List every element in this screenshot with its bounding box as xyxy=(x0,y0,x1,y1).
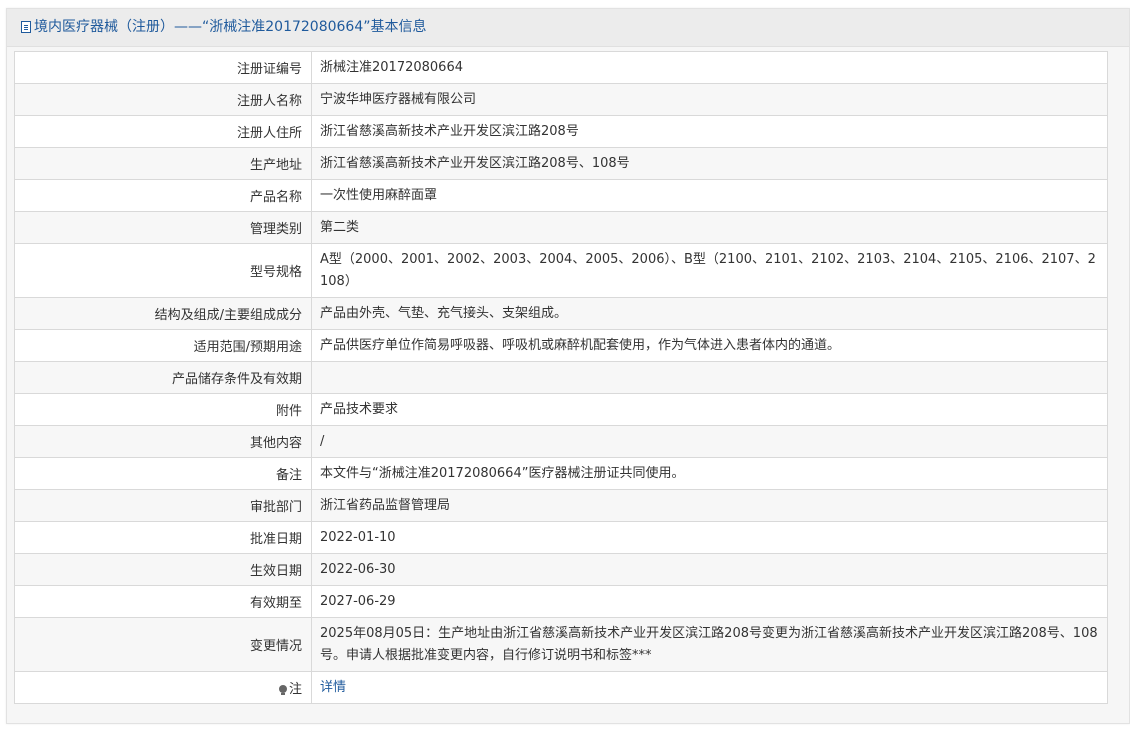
row-value: 浙江省药品监督管理局 xyxy=(311,489,1108,522)
table-row: 生效日期 2022-06-30 xyxy=(14,553,1108,586)
row-value xyxy=(311,361,1108,394)
info-table-wrapper: 注册证编号 浙械注准20172080664 注册人名称 宁波华坤医疗器械有限公司… xyxy=(14,51,1108,704)
note-label-cell: 注 xyxy=(14,671,312,704)
document-icon xyxy=(21,21,31,33)
row-label: 审批部门 xyxy=(14,489,312,522)
table-row: 生产地址 浙江省慈溪高新技术产业开发区滨江路208号、108号 xyxy=(14,147,1108,180)
table-row: 其他内容 / xyxy=(14,425,1108,458)
row-value: 浙械注准20172080664 xyxy=(311,51,1108,84)
page-title: 境内医疗器械（注册）——“浙械注准20172080664”基本信息 xyxy=(34,19,427,35)
row-label: 生效日期 xyxy=(14,553,312,586)
table-row: 注册人住所 浙江省慈溪高新技术产业开发区滨江路208号 xyxy=(14,115,1108,148)
row-value: 一次性使用麻醉面罩 xyxy=(311,179,1108,212)
row-value: 产品供医疗单位作简易呼吸器、呼吸机或麻醉机配套使用，作为气体进入患者体内的通道。 xyxy=(311,329,1108,362)
table-row: 变更情况 2025年08月05日：生产地址由浙江省慈溪高新技术产业开发区滨江路2… xyxy=(14,617,1108,672)
panel-header: 境内医疗器械（注册）——“浙械注准20172080664”基本信息 xyxy=(7,9,1129,47)
table-row: 备注 本文件与“浙械注准20172080664”医疗器械注册证共同使用。 xyxy=(14,457,1108,490)
row-label: 适用范围/预期用途 xyxy=(14,329,312,362)
note-label: 注 xyxy=(288,682,302,697)
row-value: A型（2000、2001、2002、2003、2004、2005、2006）、B… xyxy=(311,243,1108,298)
row-value: 2027-06-29 xyxy=(311,585,1108,618)
table-row: 型号规格 A型（2000、2001、2002、2003、2004、2005、20… xyxy=(14,243,1108,298)
table-row: 审批部门 浙江省药品监督管理局 xyxy=(14,489,1108,522)
row-label: 注册人住所 xyxy=(14,115,312,148)
table-row: 注册人名称 宁波华坤医疗器械有限公司 xyxy=(14,83,1108,116)
row-label: 注册证编号 xyxy=(14,51,312,84)
lightbulb-icon xyxy=(278,685,287,695)
row-label: 变更情况 xyxy=(14,617,312,672)
row-label: 结构及组成/主要组成成分 xyxy=(14,297,312,330)
info-table: 注册证编号 浙械注准20172080664 注册人名称 宁波华坤医疗器械有限公司… xyxy=(14,51,1108,704)
row-label: 附件 xyxy=(14,393,312,426)
row-value: 产品由外壳、气垫、充气接头、支架组成。 xyxy=(311,297,1108,330)
table-row: 结构及组成/主要组成成分 产品由外壳、气垫、充气接头、支架组成。 xyxy=(14,297,1108,330)
row-value: 2022-01-10 xyxy=(311,521,1108,554)
table-row: 有效期至 2027-06-29 xyxy=(14,585,1108,618)
table-row: 管理类别 第二类 xyxy=(14,211,1108,244)
row-value: 第二类 xyxy=(311,211,1108,244)
row-label: 有效期至 xyxy=(14,585,312,618)
row-value: 产品技术要求 xyxy=(311,393,1108,426)
row-label: 管理类别 xyxy=(14,211,312,244)
details-link[interactable]: 详情 xyxy=(320,680,346,695)
row-label: 产品名称 xyxy=(14,179,312,212)
row-label: 型号规格 xyxy=(14,243,312,298)
row-value: / xyxy=(311,425,1108,458)
table-row: 注册证编号 浙械注准20172080664 xyxy=(14,51,1108,84)
row-value: 本文件与“浙械注准20172080664”医疗器械注册证共同使用。 xyxy=(311,457,1108,490)
table-row: 产品储存条件及有效期 xyxy=(14,361,1108,394)
row-value: 2025年08月05日：生产地址由浙江省慈溪高新技术产业开发区滨江路208号变更… xyxy=(311,617,1108,672)
table-row: 适用范围/预期用途 产品供医疗单位作简易呼吸器、呼吸机或麻醉机配套使用，作为气体… xyxy=(14,329,1108,362)
row-label: 其他内容 xyxy=(14,425,312,458)
row-value: 浙江省慈溪高新技术产业开发区滨江路208号 xyxy=(311,115,1108,148)
row-label: 产品储存条件及有效期 xyxy=(14,361,312,394)
row-label: 生产地址 xyxy=(14,147,312,180)
row-label: 批准日期 xyxy=(14,521,312,554)
row-label: 备注 xyxy=(14,457,312,490)
table-row: 产品名称 一次性使用麻醉面罩 xyxy=(14,179,1108,212)
table-row-note: 注 详情 xyxy=(14,671,1108,704)
row-label: 注册人名称 xyxy=(14,83,312,116)
table-row: 附件 产品技术要求 xyxy=(14,393,1108,426)
row-value: 宁波华坤医疗器械有限公司 xyxy=(311,83,1108,116)
table-row: 批准日期 2022-01-10 xyxy=(14,521,1108,554)
row-value: 2022-06-30 xyxy=(311,553,1108,586)
note-value-cell: 详情 xyxy=(311,671,1108,704)
row-value: 浙江省慈溪高新技术产业开发区滨江路208号、108号 xyxy=(311,147,1108,180)
